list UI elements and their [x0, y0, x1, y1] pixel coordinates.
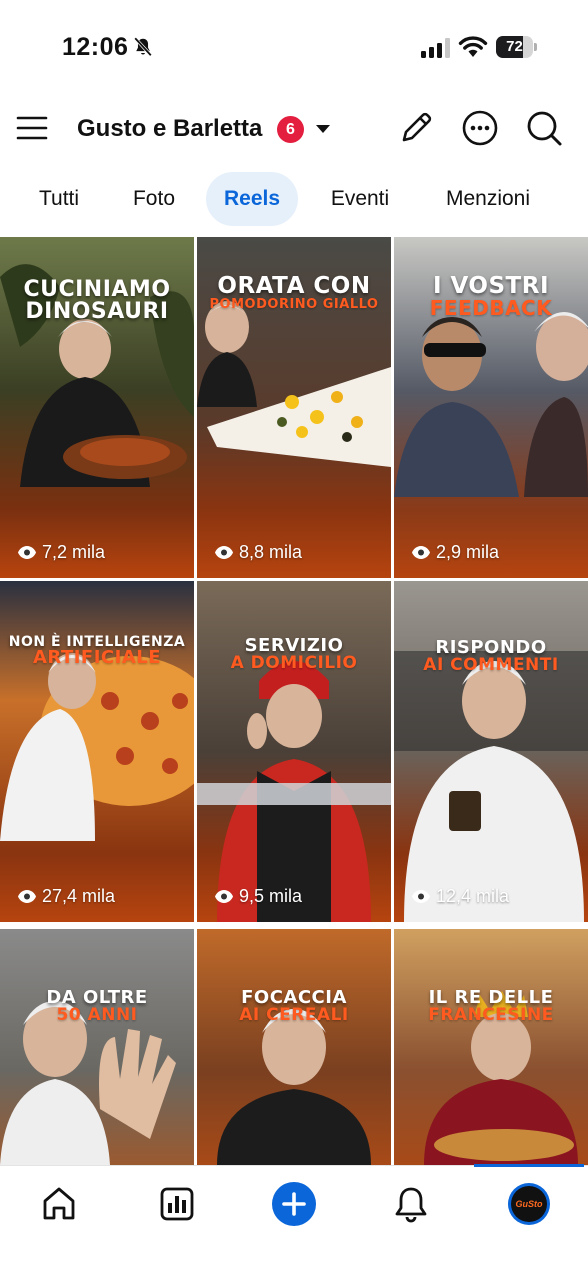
- tab-foto[interactable]: Foto: [116, 172, 192, 226]
- page-title[interactable]: Gusto e Barletta: [77, 115, 262, 143]
- cellular-signal-icon: [421, 38, 450, 58]
- menu-icon[interactable]: [16, 112, 48, 144]
- reel-view-count: 8,8 mila: [239, 541, 303, 562]
- reel-headline-line2: AI COMMENTI: [423, 655, 559, 675]
- reel-headline-line2: POMODORINO GIALLO: [209, 297, 379, 312]
- reel-headline: DA OLTRE 50 ANNI: [0, 989, 194, 1024]
- reel-headline-line2: DINOSAURI: [25, 299, 169, 324]
- reel-tile[interactable]: DA OLTRE 50 ANNI: [0, 929, 194, 1165]
- reel-views: 9,5 mila: [215, 884, 302, 908]
- reel-thumbnail: [197, 581, 391, 922]
- bell-slash-icon: [134, 37, 152, 57]
- reel-headline-line2: A DOMICILIO: [230, 653, 358, 673]
- status-bar: 12:06 72: [0, 0, 588, 96]
- reel-views: 7,2 mila: [18, 540, 105, 564]
- status-time: 12:06: [62, 33, 129, 61]
- reel-headline-line2: AI CEREALI: [239, 1005, 349, 1025]
- eye-icon: [215, 889, 233, 903]
- eye-icon: [412, 889, 430, 903]
- notification-badge: 6: [277, 116, 304, 143]
- reel-views: 12,4 mila: [412, 884, 509, 908]
- wifi-icon: [458, 36, 488, 57]
- tab-eventi[interactable]: Eventi: [314, 172, 406, 226]
- reel-tile[interactable]: FOCACCIA AI CEREALI: [197, 929, 391, 1165]
- reel-thumbnail: [0, 581, 194, 922]
- reel-thumbnail: [197, 929, 391, 1165]
- search-icon[interactable]: [524, 108, 564, 148]
- reel-headline: IL RE DELLE FRANCESINE: [394, 989, 588, 1024]
- bottom-navigation: GuSto: [0, 1164, 588, 1280]
- reel-view-count: 27,4 mila: [42, 885, 116, 906]
- reel-tile[interactable]: RISPONDO AI COMMENTI 12,4 mila: [394, 581, 588, 922]
- reel-view-count: 12,4 mila: [436, 885, 510, 906]
- eye-icon: [412, 545, 430, 559]
- reel-view-count: 9,5 mila: [239, 885, 303, 906]
- more-icon[interactable]: [460, 108, 500, 148]
- eye-icon: [18, 889, 36, 903]
- reel-headline-line2: FEEDBACK: [429, 296, 553, 320]
- reel-headline: I VOSTRI FEEDBACK: [394, 273, 588, 320]
- eye-icon: [18, 545, 36, 559]
- scroll-indicator: [474, 1164, 584, 1167]
- reel-headline: FOCACCIA AI CEREALI: [197, 989, 391, 1024]
- tab-tutti[interactable]: Tutti: [20, 172, 98, 226]
- chevron-down-icon[interactable]: [314, 122, 332, 136]
- tab-reels[interactable]: Reels: [206, 172, 298, 226]
- tab-bar: Tutti Foto Reels Eventi Menzioni: [0, 172, 588, 228]
- reel-headline: CUCINIAMO DINOSAURI: [0, 279, 194, 323]
- reel-headline: ORATA CON POMODORINO GIALLO: [197, 273, 391, 312]
- reel-tile[interactable]: ORATA CON POMODORINO GIALLO 8,8 mila: [197, 237, 391, 578]
- reels-grid: CUCINIAMO DINOSAURI 7,2 mila ORATA CON P…: [0, 237, 588, 1165]
- reel-thumbnail: [0, 929, 194, 1165]
- tab-menzioni[interactable]: Menzioni: [424, 172, 552, 226]
- reel-headline: NON È INTELLIGENZA ARTIFICIALE: [0, 635, 194, 667]
- reel-headline-line1: I VOSTRI: [432, 273, 550, 299]
- reel-headline-line2: FRANCESINE: [428, 1005, 554, 1025]
- reel-tile[interactable]: SERVIZIO A DOMICILIO 9,5 mila: [197, 581, 391, 922]
- profile-avatar[interactable]: GuSto: [508, 1183, 550, 1225]
- reel-view-count: 2,9 mila: [436, 541, 500, 562]
- reel-views: 27,4 mila: [18, 884, 115, 908]
- reel-tile[interactable]: I VOSTRI FEEDBACK 2,9 mila: [394, 237, 588, 578]
- reel-tile[interactable]: NON È INTELLIGENZA ARTIFICIALE 27,4 mila: [0, 581, 194, 922]
- avatar-logo: GuSto: [511, 1186, 547, 1222]
- pencil-icon[interactable]: [396, 108, 436, 148]
- reel-headline: RISPONDO AI COMMENTI: [394, 639, 588, 674]
- reel-thumbnail: [394, 581, 588, 922]
- reel-views: 8,8 mila: [215, 540, 302, 564]
- battery-icon: 72: [496, 36, 538, 58]
- reel-views: 2,9 mila: [412, 540, 499, 564]
- reel-view-count: 7,2 mila: [42, 541, 106, 562]
- plus-icon: [282, 1192, 306, 1216]
- insights-icon[interactable]: [157, 1184, 197, 1224]
- reel-tile[interactable]: IL RE DELLE FRANCESINE: [394, 929, 588, 1165]
- create-button[interactable]: [272, 1182, 316, 1226]
- reel-headline: SERVIZIO A DOMICILIO: [197, 637, 391, 672]
- eye-icon: [215, 545, 233, 559]
- reel-headline-line1: CUCINIAMO: [23, 277, 171, 302]
- reel-headline-line2: ARTIFICIALE: [32, 647, 162, 668]
- bell-icon[interactable]: [391, 1184, 431, 1224]
- page-header: Gusto e Barletta 6: [0, 100, 588, 160]
- reel-headline-line1: ORATA CON: [217, 273, 371, 299]
- home-icon[interactable]: [39, 1184, 79, 1224]
- battery-level: 72: [506, 38, 523, 55]
- reel-headline-line2: 50 ANNI: [56, 1005, 138, 1025]
- reel-tile[interactable]: CUCINIAMO DINOSAURI 7,2 mila: [0, 237, 194, 578]
- reel-thumbnail: [394, 929, 588, 1165]
